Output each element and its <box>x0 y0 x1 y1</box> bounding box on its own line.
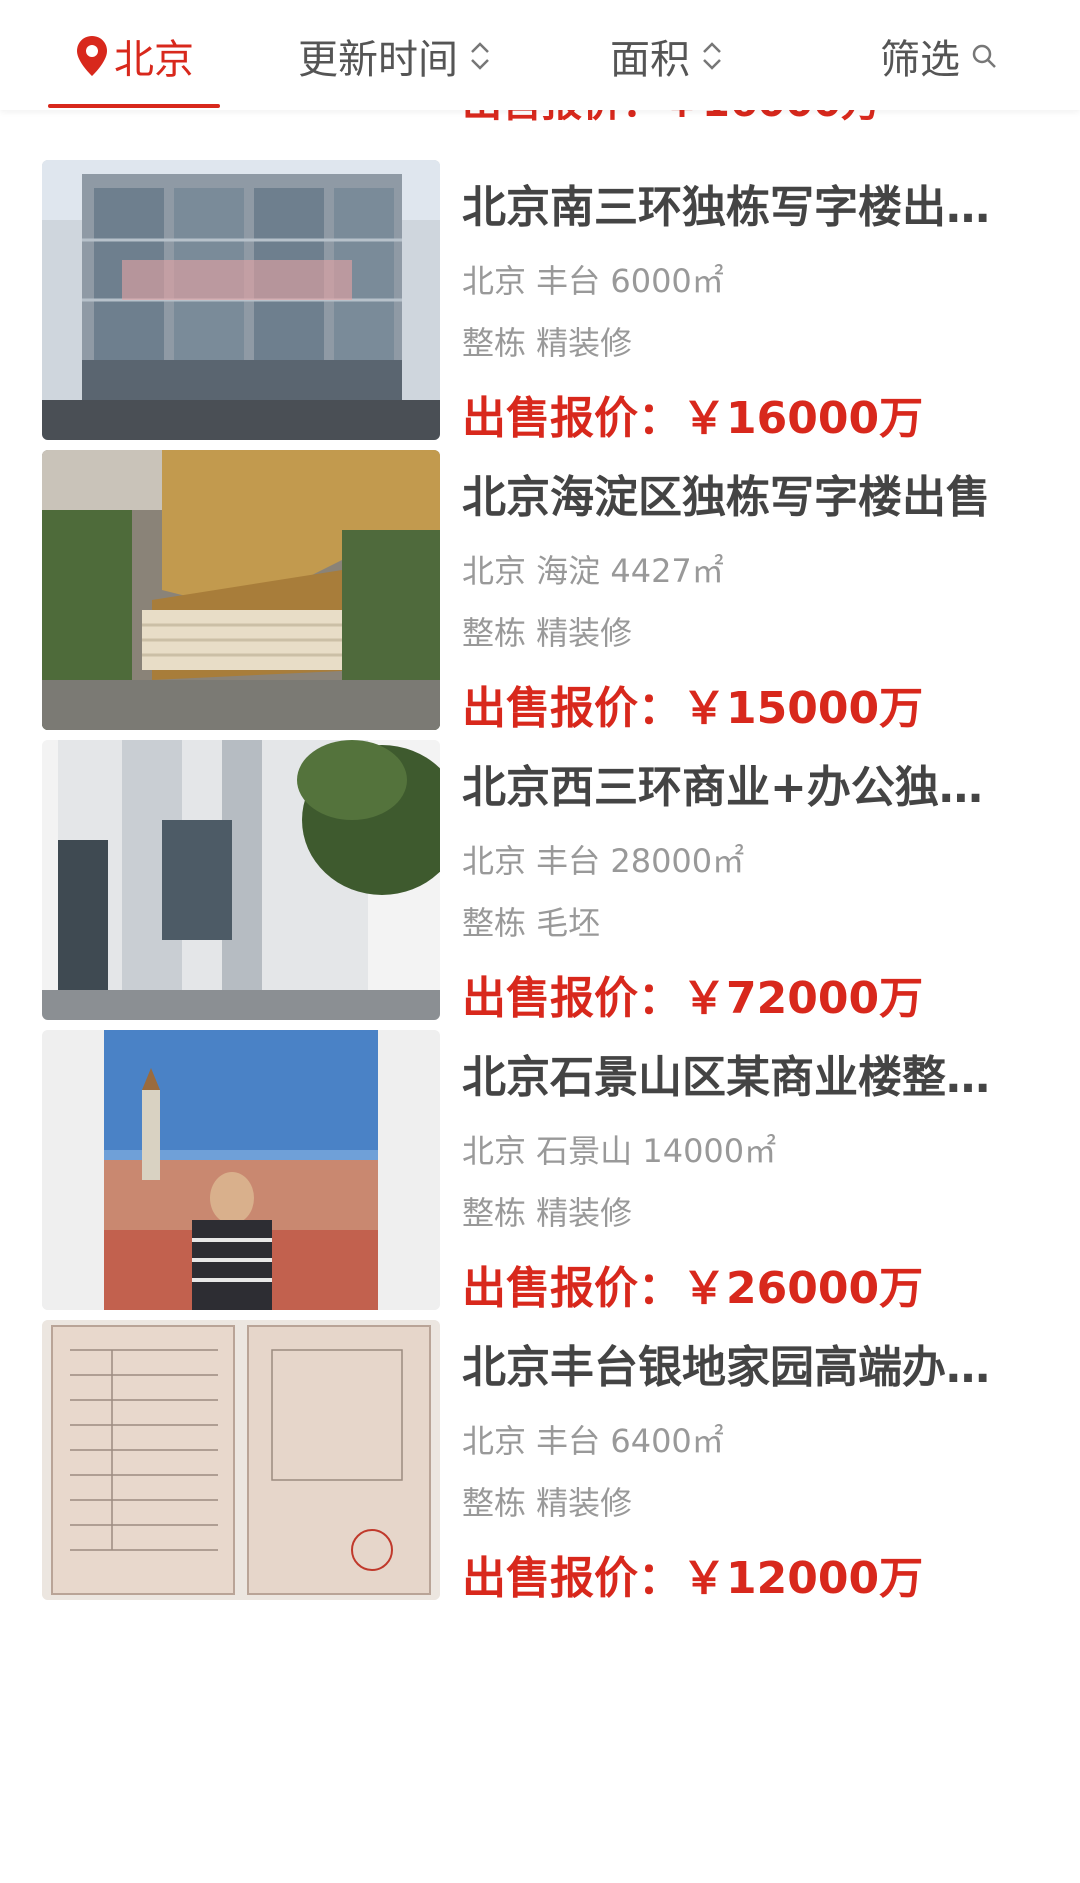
listing-location: 北京 石景山 14000㎡ <box>462 1132 777 1170</box>
sort-updown-icon <box>703 42 721 70</box>
listing-card[interactable]: 北京丰台银地家园高端办… 北京 丰台 6400㎡ 整栋 精装修 出售报价：￥12… <box>0 1320 1080 1660</box>
screen-filter[interactable]: 筛选 <box>880 24 998 88</box>
active-tab-indicator <box>48 104 220 108</box>
sort-area-label: 面积 <box>610 37 690 83</box>
screen-label: 筛选 <box>880 37 960 83</box>
listing-price: 出售报价：￥16000万 <box>462 393 924 444</box>
listing-card[interactable]: 北京西三环商业+办公独栋… 北京 丰台 28000㎡ 整栋 毛坯 出售报价：￥7… <box>0 740 1080 1080</box>
listing-card[interactable]: 北京南三环独栋写字楼出… 北京 丰台 6000㎡ 整栋 精装修 出售报价：￥16… <box>0 160 1080 500</box>
listing-price: 出售报价：￥15000万 <box>462 683 924 734</box>
listing-card[interactable]: 北京石景山区某商业楼整… 北京 石景山 14000㎡ 整栋 精装修 出售报价：￥… <box>0 1030 1080 1370</box>
listing-tags: 整栋 毛坯 <box>462 904 601 942</box>
listing-title: 北京海淀区独栋写字楼出售 <box>462 472 990 523</box>
listing-thumbnail <box>42 1030 440 1310</box>
listing-thumbnail <box>42 1320 440 1600</box>
listing-price: 出售报价：￥72000万 <box>462 973 924 1024</box>
listing-title: 北京西三环商业+办公独栋… <box>462 762 1022 813</box>
sort-updown-icon <box>471 42 489 70</box>
listing-location: 北京 丰台 28000㎡ <box>462 842 745 880</box>
listing-thumbnail <box>42 450 440 730</box>
sort-by-area[interactable]: 面积 <box>610 24 724 88</box>
listing-price: 出售报价：￥26000万 <box>462 1263 924 1314</box>
listing-title: 北京丰台银地家园高端办… <box>462 1342 990 1393</box>
city-filter[interactable]: 北京 <box>74 24 194 88</box>
listing-title: 北京南三环独栋写字楼出… <box>462 182 990 233</box>
listing-location: 北京 海淀 4427㎡ <box>462 552 724 590</box>
listing-thumbnail <box>42 740 440 1020</box>
search-icon <box>972 44 996 68</box>
listing-location: 北京 丰台 6000㎡ <box>462 262 724 300</box>
listing-thumbnail <box>42 160 440 440</box>
listing-location: 北京 丰台 6400㎡ <box>462 1422 724 1460</box>
listing-title: 北京石景山区某商业楼整… <box>462 1052 990 1103</box>
listing-card[interactable]: 北京海淀区独栋写字楼出售 北京 海淀 4427㎡ 整栋 精装修 出售报价：￥15… <box>0 450 1080 790</box>
sort-by-update-time[interactable]: 更新时间 <box>298 24 492 88</box>
filter-bar: 北京 更新时间 面积 筛选 <box>0 0 1080 110</box>
location-pin-icon <box>77 36 107 76</box>
listing-tags: 整栋 精装修 <box>462 324 633 362</box>
listing-tags: 整栋 精装修 <box>462 1194 633 1232</box>
city-label: 北京 <box>114 37 194 83</box>
listing-tags: 整栋 精装修 <box>462 1484 633 1522</box>
listing-price: 出售报价：￥12000万 <box>462 1553 924 1604</box>
listing-tags: 整栋 精装修 <box>462 614 633 652</box>
sort-time-label: 更新时间 <box>298 37 458 83</box>
